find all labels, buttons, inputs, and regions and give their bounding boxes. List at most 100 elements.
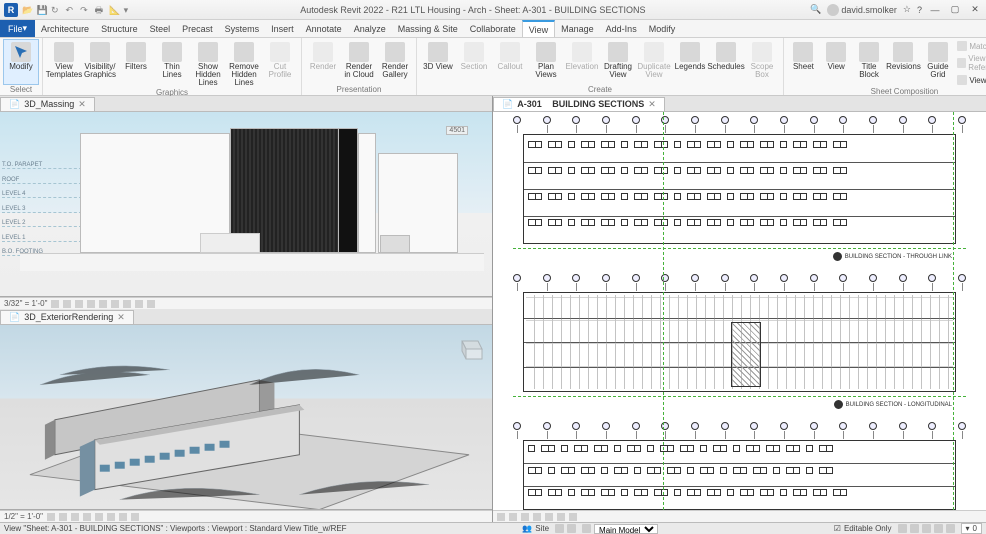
document-area: 📄 3D_Massing ✕ 4501 T.O. PARAPETROOFLEVE… — [0, 96, 986, 522]
sync-status-icon[interactable] — [567, 524, 576, 533]
sync-icon[interactable]: ↻ — [51, 5, 63, 17]
app-icon: R — [4, 3, 18, 17]
remove-hidden-icon — [234, 42, 254, 62]
view-tab-rendering[interactable]: 📄 3D_ExteriorRendering ✕ — [0, 310, 134, 324]
tab-massing-site[interactable]: Massing & Site — [392, 20, 464, 37]
tab-addins[interactable]: Add-Ins — [600, 20, 643, 37]
render-cloud-button[interactable]: Render in Cloud — [342, 40, 376, 84]
sheet-button[interactable]: Sheet — [788, 40, 819, 86]
render-gallery-button[interactable]: Render Gallery — [378, 40, 412, 84]
tab-structure[interactable]: Structure — [95, 20, 144, 37]
matchline-button[interactable]: Matchline — [955, 40, 986, 52]
maximize-button[interactable]: ▢ — [948, 3, 962, 17]
grid-bubbles — [503, 422, 976, 436]
tab-collaborate[interactable]: Collaborate — [464, 20, 522, 37]
callout-icon — [500, 42, 520, 62]
thin-lines-button[interactable]: Thin Lines — [155, 40, 189, 87]
selection-filter[interactable]: ☑ Editable Only — [834, 524, 892, 533]
tab-annotate[interactable]: Annotate — [300, 20, 348, 37]
filters-button[interactable]: Filters — [119, 40, 153, 87]
help-icon[interactable]: ? — [917, 5, 922, 15]
minimize-button[interactable]: — — [928, 3, 942, 17]
design-option-select[interactable]: Main Model — [594, 524, 658, 534]
tab-modify[interactable]: Modify — [643, 20, 682, 37]
tab-insert[interactable]: Insert — [265, 20, 300, 37]
legends-button[interactable]: Legends — [673, 40, 707, 84]
render-button[interactable]: Render — [306, 40, 340, 84]
viewports-button[interactable]: Viewports — [955, 74, 986, 86]
selection-count: ▾ 0 — [961, 523, 982, 534]
place-view-button[interactable]: View — [821, 40, 852, 86]
viewport-sheet[interactable]: BUILDING SECTION - THROUGH LINK BUILDING… — [493, 112, 986, 510]
file-tab[interactable]: File ▾ — [0, 20, 35, 37]
tab-analyze[interactable]: Analyze — [348, 20, 392, 37]
tab-precast[interactable]: Precast — [176, 20, 219, 37]
right-pane: 📄 A-301 BUILDING SECTIONS ✕ BUILDING SEC… — [493, 96, 986, 522]
undo-icon[interactable]: ↶ — [66, 5, 78, 17]
modify-button[interactable]: Modify — [4, 40, 38, 84]
remove-hidden-button[interactable]: Remove Hidden Lines — [227, 40, 261, 87]
iso-rendering — [0, 325, 492, 510]
status-bar: View "Sheet: A-301 - BUILDING SECTIONS" … — [0, 522, 986, 534]
link-icon[interactable] — [555, 524, 564, 533]
open-icon[interactable]: 📂 — [22, 5, 34, 17]
3d-view-button[interactable]: 3D View — [421, 40, 455, 84]
view-tab-sheet[interactable]: 📄 A-301 BUILDING SECTIONS ✕ — [493, 97, 665, 111]
close-button[interactable]: ✕ — [968, 3, 982, 17]
section-2: BUILDING SECTION - LONGITUDINAL — [503, 274, 976, 414]
close-tab-icon[interactable]: ✕ — [117, 312, 125, 323]
guide-grid-button[interactable]: Guide Grid — [922, 40, 953, 86]
print-icon[interactable]: 🖶 — [95, 3, 107, 15]
ribbon: Modify Select View Templates Visibility/… — [0, 38, 986, 96]
house3d-icon — [428, 42, 448, 62]
favorite-icon[interactable]: ☆ — [903, 4, 911, 15]
duplicate-view-button[interactable]: Duplicate View — [637, 40, 671, 84]
cursor-icon — [11, 42, 31, 62]
close-tab-icon[interactable]: ✕ — [78, 99, 86, 110]
cloud-icon — [349, 42, 369, 62]
view-reference-button[interactable]: View Reference — [955, 53, 986, 73]
save-icon[interactable]: 💾 — [37, 5, 49, 17]
scope-box-button[interactable]: Scope Box — [745, 40, 779, 84]
view-controls-rendering[interactable]: 1/2" = 1'-0" — [0, 510, 492, 522]
drag-icon[interactable] — [946, 524, 955, 533]
user-menu[interactable]: david.smolker — [827, 4, 897, 16]
tab-manage[interactable]: Manage — [555, 20, 600, 37]
dropdown-icon[interactable]: ▾ — [124, 5, 136, 17]
search-icon[interactable]: 🔍 — [810, 4, 821, 15]
viewport-rendering[interactable] — [0, 325, 492, 510]
title-block-button[interactable]: Title Block — [854, 40, 885, 86]
tab-steel[interactable]: Steel — [144, 20, 177, 37]
tab-view[interactable]: View — [522, 20, 555, 37]
select-links-icon[interactable] — [898, 524, 907, 533]
worksharing-site[interactable]: 👥 Site — [522, 524, 549, 533]
section-button[interactable]: Section — [457, 40, 491, 84]
tab-architecture[interactable]: Architecture — [35, 20, 95, 37]
quick-access-toolbar[interactable]: 📂 💾 ↻ ↶ ↷ 🖶 📐 ▾ — [22, 3, 136, 17]
view-controls-massing[interactable]: 3/32" = 1'-0" — [0, 297, 492, 309]
ribbon-group-graphics: View Templates Visibility/ Graphics Filt… — [43, 38, 302, 95]
thin-lines-icon — [162, 42, 182, 62]
show-hidden-button[interactable]: Show Hidden Lines — [191, 40, 225, 87]
elevation-icon — [572, 42, 592, 62]
visibility-graphics-button[interactable]: Visibility/ Graphics — [83, 40, 117, 87]
view-tab-massing[interactable]: 📄 3D_Massing ✕ — [0, 97, 95, 111]
revisions-button[interactable]: Revisions — [886, 40, 920, 86]
view-controls-sheet[interactable] — [493, 510, 986, 522]
viewport-massing[interactable]: 4501 T.O. PARAPETROOFLEVEL 4LEVEL 3LEVEL… — [0, 112, 492, 297]
view-tab-row-rendering: 📄 3D_ExteriorRendering ✕ — [0, 309, 492, 325]
drafting-view-button[interactable]: Drafting View — [601, 40, 635, 84]
select-pinned-icon[interactable] — [922, 524, 931, 533]
select-face-icon[interactable] — [934, 524, 943, 533]
redo-icon[interactable]: ↷ — [80, 5, 92, 17]
plan-views-button[interactable]: Plan Views — [529, 40, 563, 84]
elevation-button[interactable]: Elevation — [565, 40, 599, 84]
close-tab-icon[interactable]: ✕ — [648, 99, 656, 110]
select-underlay-icon[interactable] — [910, 524, 919, 533]
callout-button[interactable]: Callout — [493, 40, 527, 84]
tab-systems[interactable]: Systems — [219, 20, 266, 37]
measure-icon[interactable]: 📐 — [109, 5, 121, 17]
view-templates-button[interactable]: View Templates — [47, 40, 81, 87]
schedules-button[interactable]: Schedules — [709, 40, 743, 84]
cut-profile-button[interactable]: Cut Profile — [263, 40, 297, 87]
